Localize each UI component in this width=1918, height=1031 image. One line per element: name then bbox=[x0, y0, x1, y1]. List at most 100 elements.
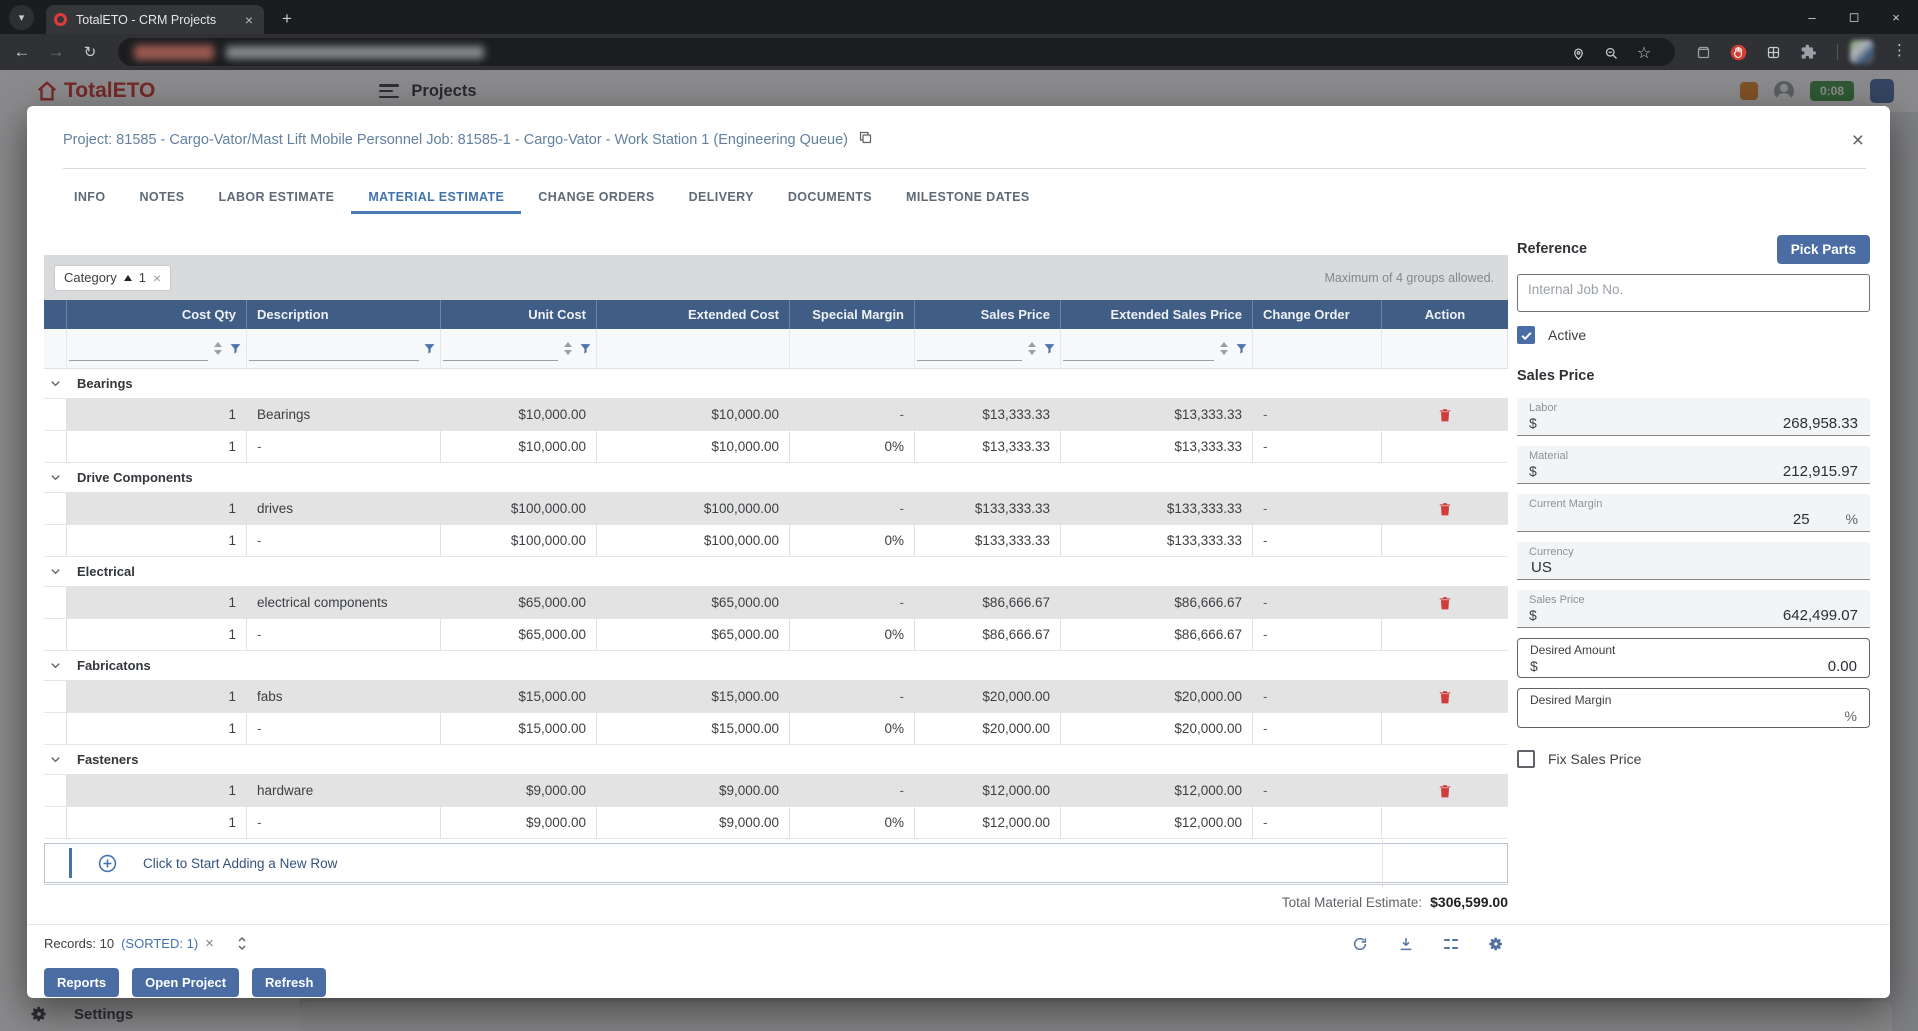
spinner-cost_qty[interactable] bbox=[214, 338, 222, 359]
delete-row-button[interactable] bbox=[1438, 501, 1452, 517]
column-header-extended_sales_price[interactable]: Extended Sales Price bbox=[1061, 300, 1253, 329]
cell-cost_qty[interactable]: 1 bbox=[67, 619, 247, 650]
cell-description[interactable]: - bbox=[247, 525, 441, 556]
cell-change_order[interactable]: - bbox=[1253, 493, 1382, 524]
cell-sales_price[interactable]: $86,666.67 bbox=[915, 587, 1061, 618]
field-current-margin[interactable]: Current Margin25% bbox=[1517, 494, 1870, 532]
fix-sales-price-checkbox[interactable] bbox=[1517, 750, 1535, 768]
cell-description[interactable]: hardware bbox=[247, 775, 441, 806]
cell-description[interactable]: - bbox=[247, 807, 441, 838]
cell-change_order[interactable]: - bbox=[1253, 713, 1382, 744]
filter-funnel-icon-extended_sales_price[interactable] bbox=[1235, 342, 1248, 355]
filter-funnel-icon-description[interactable] bbox=[423, 342, 436, 355]
cell-change_order[interactable]: - bbox=[1253, 399, 1382, 430]
browser-tab[interactable]: TotalETO - CRM Projects × bbox=[46, 5, 264, 34]
browser-menu-icon[interactable]: ⋮ bbox=[1892, 41, 1906, 59]
filter-funnel-icon-unit_cost[interactable] bbox=[579, 342, 592, 355]
cell-extended_sales_price[interactable]: $86,666.67 bbox=[1061, 587, 1253, 618]
cell-sales_price[interactable]: $86,666.67 bbox=[915, 619, 1061, 650]
refresh-grid-icon[interactable] bbox=[1352, 936, 1368, 952]
cell-unit_cost[interactable]: $65,000.00 bbox=[441, 619, 597, 650]
field-labor[interactable]: Labor$268,958.33 bbox=[1517, 398, 1870, 436]
cell-action[interactable] bbox=[1382, 713, 1508, 744]
cell-unit_cost[interactable]: $10,000.00 bbox=[441, 431, 597, 462]
field-desired-amount[interactable]: Desired Amount$0.00 bbox=[1517, 638, 1870, 678]
tab-notes[interactable]: NOTES bbox=[122, 182, 201, 214]
cell-extended_sales_price[interactable]: $133,333.33 bbox=[1061, 493, 1253, 524]
cell-action[interactable] bbox=[1382, 525, 1508, 556]
cell-action[interactable] bbox=[1382, 619, 1508, 650]
column-header-handle[interactable] bbox=[44, 300, 67, 329]
cell-cost_qty[interactable]: 1 bbox=[67, 493, 247, 524]
delete-row-button[interactable] bbox=[1438, 595, 1452, 611]
cell-change_order[interactable]: - bbox=[1253, 775, 1382, 806]
cell-extended_cost[interactable]: $100,000.00 bbox=[597, 493, 790, 524]
column-header-action[interactable]: Action bbox=[1382, 300, 1508, 329]
cell-action[interactable] bbox=[1382, 493, 1508, 524]
cell-description[interactable]: electrical components bbox=[247, 587, 441, 618]
cell-extended_cost[interactable]: $9,000.00 bbox=[597, 775, 790, 806]
cell-extended_cost[interactable]: $100,000.00 bbox=[597, 525, 790, 556]
tab-close-icon[interactable]: × bbox=[242, 12, 256, 28]
tab-change-orders[interactable]: CHANGE ORDERS bbox=[521, 182, 671, 214]
window-maximize-button[interactable]: ◻ bbox=[1834, 3, 1874, 31]
cell-sales_price[interactable]: $133,333.33 bbox=[915, 493, 1061, 524]
cell-action[interactable] bbox=[1382, 587, 1508, 618]
column-header-extended_cost[interactable]: Extended Cost bbox=[597, 300, 790, 329]
column-header-description[interactable]: Description bbox=[247, 300, 441, 329]
filter-input-cost_qty[interactable] bbox=[69, 337, 208, 361]
cell-sales_price[interactable]: $20,000.00 bbox=[915, 681, 1061, 712]
cell-extended_sales_price[interactable]: $20,000.00 bbox=[1061, 713, 1253, 744]
cell-extended_sales_price[interactable]: $13,333.33 bbox=[1061, 399, 1253, 430]
delete-row-button[interactable] bbox=[1438, 689, 1452, 705]
cell-extended_cost[interactable]: $10,000.00 bbox=[597, 431, 790, 462]
chevron-down-icon[interactable] bbox=[50, 378, 61, 389]
filter-input-extended_sales_price[interactable] bbox=[1063, 337, 1214, 361]
cell-special_margin[interactable]: - bbox=[790, 681, 915, 712]
cell-unit_cost[interactable]: $9,000.00 bbox=[441, 775, 597, 806]
cell-extended_sales_price[interactable]: $12,000.00 bbox=[1061, 775, 1253, 806]
filter-input-sales_price[interactable] bbox=[917, 337, 1022, 361]
export-download-icon[interactable] bbox=[1398, 936, 1414, 952]
profile-avatar[interactable] bbox=[1850, 40, 1874, 64]
field-sales-price[interactable]: Sales Price$642,499.07 bbox=[1517, 590, 1870, 628]
column-header-unit_cost[interactable]: Unit Cost bbox=[441, 300, 597, 329]
delete-row-button[interactable] bbox=[1438, 407, 1452, 423]
cell-change_order[interactable]: - bbox=[1253, 431, 1382, 462]
cell-special_margin[interactable]: 0% bbox=[790, 713, 915, 744]
cell-extended_sales_price[interactable]: $12,000.00 bbox=[1061, 807, 1253, 838]
cell-sales_price[interactable]: $133,333.33 bbox=[915, 525, 1061, 556]
window-minimize-button[interactable]: – bbox=[1792, 3, 1832, 31]
cell-description[interactable]: drives bbox=[247, 493, 441, 524]
cell-special_margin[interactable]: - bbox=[790, 493, 915, 524]
tab-delivery[interactable]: DELIVERY bbox=[672, 182, 771, 214]
cell-unit_cost[interactable]: $65,000.00 bbox=[441, 587, 597, 618]
field-material[interactable]: Material$212,915.97 bbox=[1517, 446, 1870, 484]
cell-unit_cost[interactable]: $100,000.00 bbox=[441, 493, 597, 524]
cell-extended_cost[interactable]: $65,000.00 bbox=[597, 619, 790, 650]
cell-extended_sales_price[interactable]: $20,000.00 bbox=[1061, 681, 1253, 712]
cell-extended_sales_price[interactable]: $133,333.33 bbox=[1061, 525, 1253, 556]
column-header-change_order[interactable]: Change Order bbox=[1253, 300, 1382, 329]
cell-extended_cost[interactable]: $15,000.00 bbox=[597, 713, 790, 744]
cell-description[interactable]: - bbox=[247, 713, 441, 744]
bookmark-star-icon[interactable]: ☆ bbox=[1635, 44, 1653, 62]
cell-description[interactable]: Bearings bbox=[247, 399, 441, 430]
button-open-project[interactable]: Open Project bbox=[132, 968, 239, 997]
cell-cost_qty[interactable]: 1 bbox=[67, 807, 247, 838]
cell-change_order[interactable]: - bbox=[1253, 525, 1382, 556]
delete-row-button[interactable] bbox=[1438, 783, 1452, 799]
grid-settings-gear-icon[interactable] bbox=[1488, 936, 1504, 952]
cell-sales_price[interactable]: $13,333.33 bbox=[915, 431, 1061, 462]
cell-unit_cost[interactable]: $10,000.00 bbox=[441, 399, 597, 430]
cell-description[interactable]: fabs bbox=[247, 681, 441, 712]
filter-funnel-icon-sales_price[interactable] bbox=[1043, 342, 1056, 355]
cell-action[interactable] bbox=[1382, 807, 1508, 838]
tab-milestone-dates[interactable]: MILESTONE DATES bbox=[889, 182, 1047, 214]
cell-cost_qty[interactable]: 1 bbox=[67, 399, 247, 430]
cell-change_order[interactable]: - bbox=[1253, 681, 1382, 712]
extensions-puzzle-icon[interactable] bbox=[1799, 43, 1819, 61]
filter-funnel-icon-cost_qty[interactable] bbox=[229, 342, 242, 355]
cell-cost_qty[interactable]: 1 bbox=[67, 431, 247, 462]
cell-unit_cost[interactable]: $9,000.00 bbox=[441, 807, 597, 838]
